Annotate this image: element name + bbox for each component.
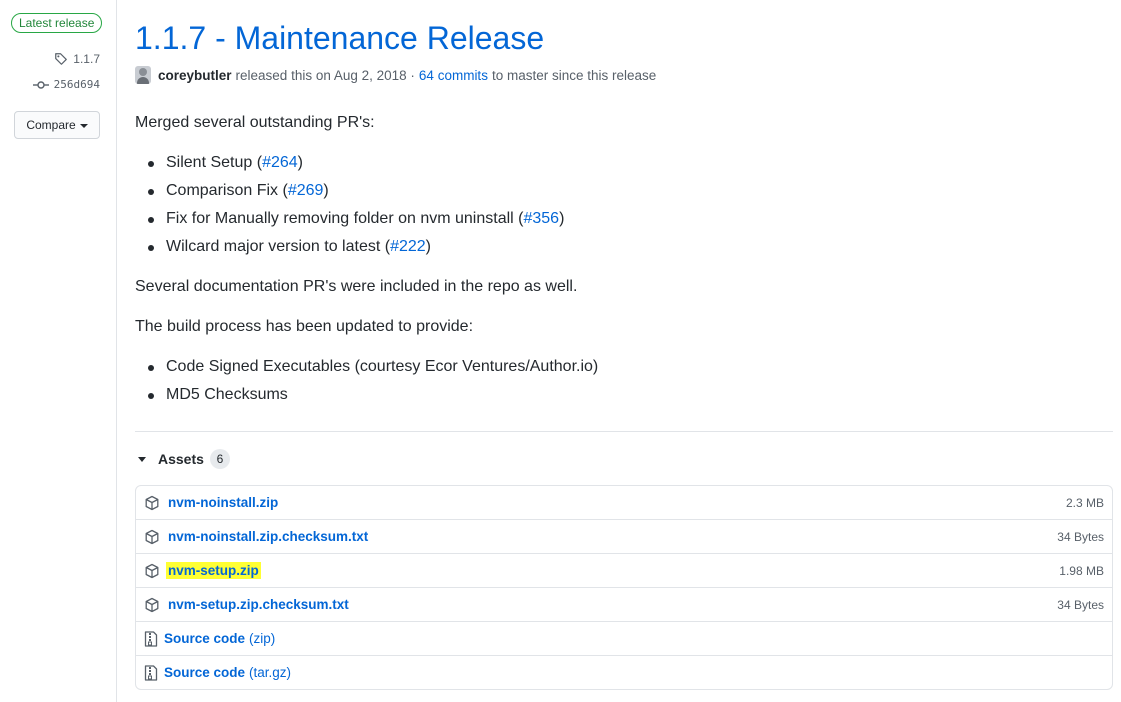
package-icon [144, 563, 160, 579]
file-zip-icon [144, 630, 160, 647]
asset-row: nvm-setup.zip.checksum.txt 34 Bytes [136, 587, 1112, 621]
pr-list: Silent Setup (#264) Comparison Fix (#269… [135, 149, 564, 261]
release-sidebar: Latest release 1.1.7 256d694 Compare [0, 0, 117, 702]
list-item: Silent Setup (#264) [135, 149, 564, 177]
author-link[interactable]: coreybutler [158, 68, 232, 83]
file-zip-icon [144, 664, 160, 681]
assets-label: Assets [158, 451, 204, 467]
asset-size: 1.98 MB [1059, 563, 1104, 578]
asset-row: nvm-noinstall.zip 2.3 MB [136, 486, 1112, 519]
pr-link[interactable]: #356 [523, 210, 559, 227]
tag-name: 1.1.7 [73, 52, 100, 66]
asset-link-highlighted[interactable]: nvm-setup.zip [166, 562, 261, 579]
released-text: released this on Aug 2, 2018 · [235, 67, 415, 83]
pr-link[interactable]: #264 [262, 154, 298, 171]
section-divider [135, 431, 1113, 432]
pr-link[interactable]: #222 [390, 238, 426, 255]
list-item: Wilcard major version to latest (#222) [135, 233, 564, 261]
package-icon [144, 597, 160, 613]
compare-label: Compare [26, 118, 76, 132]
assets-toggle[interactable]: Assets 6 [135, 448, 230, 470]
list-item: MD5 Checksums [135, 381, 598, 409]
commit-sha: 256d694 [53, 78, 100, 91]
asset-link[interactable]: nvm-noinstall.zip.checksum.txt [168, 529, 368, 544]
assets-count-badge: 6 [209, 449, 230, 469]
package-icon [144, 529, 160, 545]
since-text: to master since this release [491, 67, 657, 83]
notes-intro: Merged several outstanding PR's: [135, 114, 375, 131]
release-title[interactable]: 1.1.7 - Maintenance Release [135, 18, 544, 58]
asset-size: 2.3 MB [1065, 495, 1104, 510]
release-byline: coreybutler released this on Aug 2, 2018… [135, 66, 656, 84]
docs-note: Several documentation PR's were included… [135, 278, 578, 295]
avatar[interactable] [135, 66, 151, 84]
asset-row: Source code (zip) [136, 621, 1112, 655]
triangle-down-icon [138, 456, 146, 462]
asset-size: 34 Bytes [1057, 597, 1104, 612]
list-item: Comparison Fix (#269) [135, 177, 564, 205]
source-code-targz-link[interactable]: Source code (tar.gz) [164, 665, 291, 680]
release-title-link[interactable]: 1.1.7 - Maintenance Release [135, 20, 544, 56]
list-item: Fix for Manually removing folder on nvm … [135, 205, 564, 233]
build-note: The build process has been updated to pr… [135, 318, 474, 335]
package-icon [144, 495, 160, 511]
tag-link[interactable]: 1.1.7 [54, 52, 100, 66]
asset-row: Source code (tar.gz) [136, 655, 1112, 689]
commits-link[interactable]: 64 commits [419, 68, 488, 83]
asset-row: nvm-noinstall.zip.checksum.txt 34 Bytes [136, 519, 1112, 553]
compare-button[interactable]: Compare [14, 111, 100, 139]
asset-size: 34 Bytes [1057, 529, 1104, 544]
latest-release-badge: Latest release [11, 13, 103, 33]
build-list: Code Signed Executables (courtesy Ecor V… [135, 353, 598, 409]
asset-link[interactable]: nvm-noinstall.zip [168, 495, 278, 510]
asset-link[interactable]: nvm-setup.zip.checksum.txt [168, 597, 349, 612]
chevron-down-icon [79, 123, 88, 128]
commit-link[interactable]: 256d694 [32, 78, 100, 91]
asset-row: nvm-setup.zip 1.98 MB [136, 553, 1112, 587]
tag-icon [55, 53, 68, 65]
source-code-zip-link[interactable]: Source code (zip) [164, 631, 275, 646]
assets-list: nvm-noinstall.zip 2.3 MB nvm-noinstall.z… [135, 485, 1113, 690]
pr-link[interactable]: #269 [288, 182, 324, 199]
list-item: Code Signed Executables (courtesy Ecor V… [135, 353, 598, 381]
git-commit-icon [32, 80, 49, 89]
